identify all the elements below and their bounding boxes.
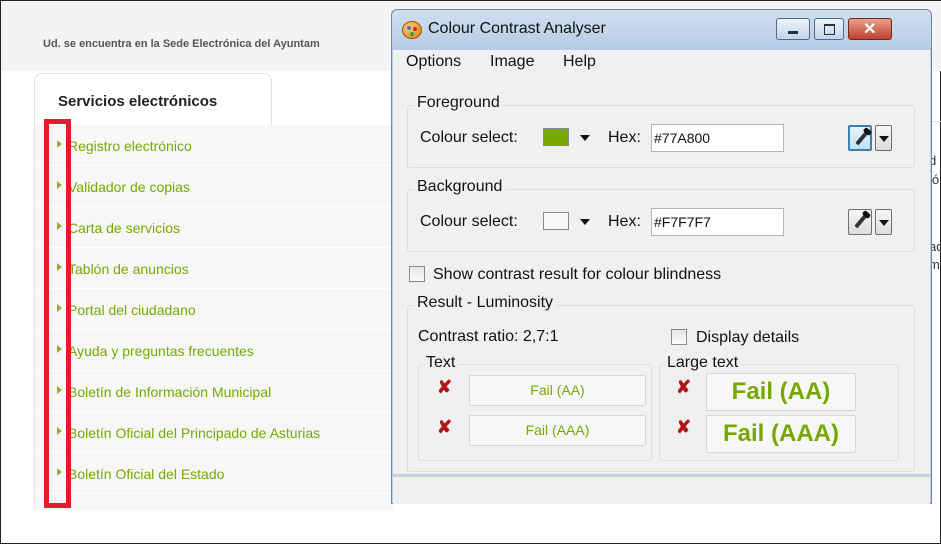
background-title: Background — [414, 178, 506, 196]
background-hex-label: Hex: — [608, 213, 641, 230]
menu-item-label[interactable]: Carta de servicios — [68, 220, 180, 236]
colour-blindness-label[interactable]: Show contrast result for colour blindnes… — [433, 266, 721, 284]
text-result-group: Text ✘ Fail (AA) ✘ Fail (AAA) — [418, 354, 652, 461]
services-panel: Servicios electrónicos Registro electrón… — [34, 73, 393, 510]
large-text-group-title: Large text — [664, 354, 742, 372]
fail-icon: ✘ — [676, 417, 692, 437]
foreground-hex-input[interactable]: #77A800 — [651, 124, 784, 152]
menu-item-label[interactable]: Ayuda y preguntas frecuentes — [68, 343, 254, 359]
text-aaa-result: Fail (AAA) — [469, 415, 646, 446]
menu-item-label[interactable]: Boletín de Información Municipal — [68, 384, 271, 400]
menu-item-label[interactable]: Boletín Oficial del Principado de Asturi… — [68, 425, 320, 441]
eyedropper-icon — [854, 213, 868, 229]
menu-item-boe[interactable]: Boletín Oficial del Estado — [35, 453, 393, 494]
contrast-ratio: Contrast ratio: 2,7:1 — [418, 328, 559, 345]
text-group-title: Text — [423, 354, 459, 372]
menu-item-validador[interactable]: Validador de copias — [35, 166, 393, 207]
foreground-hex-label: Hex: — [608, 129, 641, 146]
display-details-checkbox[interactable] — [671, 329, 687, 345]
foreground-group: Foreground Colour select: Hex: #77A800 — [407, 94, 915, 168]
foreground-colour-select-label: Colour select: — [420, 129, 518, 146]
menu-item-label[interactable]: Validador de copias — [68, 179, 190, 195]
maximize-icon — [824, 24, 835, 35]
menu-bar: Options Image Help — [393, 50, 930, 76]
title-bar[interactable]: Colour Contrast Analyser ✕ — [392, 10, 931, 50]
menu-item-portal[interactable]: Portal del ciudadano — [35, 289, 393, 330]
close-icon: ✕ — [863, 21, 877, 38]
minimize-icon — [788, 31, 798, 34]
location-breadcrumb: Ud. se encuentra en la Sede Electrónica … — [43, 38, 320, 50]
background-picker-menu-button[interactable] — [875, 209, 892, 235]
foreground-colour-swatch[interactable] — [543, 128, 569, 146]
background-colour-swatch[interactable] — [543, 212, 569, 230]
colour-blindness-checkbox[interactable] — [409, 266, 425, 282]
foreground-hex-value: #77A800 — [654, 130, 711, 146]
large-text-aa-result: Fail (AA) — [706, 373, 856, 411]
fail-icon: ✘ — [676, 377, 692, 397]
large-text-result-group: Large text ✘ Fail (AA) ✘ Fail (AAA) — [659, 354, 899, 461]
menu-item-registro[interactable]: Registro electrónico — [35, 125, 393, 166]
menu-image[interactable]: Image — [490, 53, 534, 71]
eyedropper-icon — [855, 130, 869, 146]
menu-options[interactable]: Options — [406, 53, 461, 71]
menu-item-bim[interactable]: Boletín de Información Municipal — [35, 371, 393, 412]
fail-icon: ✘ — [437, 377, 453, 397]
menu-item-carta[interactable]: Carta de servicios — [35, 207, 393, 248]
menu-item-label[interactable]: Tablón de anuncios — [68, 261, 189, 277]
menu-item-label[interactable]: Registro electrónico — [68, 138, 192, 154]
colour-contrast-analyser-window: Colour Contrast Analyser ✕ Options Image… — [391, 9, 932, 504]
foreground-eyedropper-button[interactable] — [848, 125, 872, 151]
background-dropdown-icon[interactable] — [580, 219, 590, 225]
text-aa-result: Fail (AA) — [469, 375, 646, 406]
background-group: Background Colour select: Hex: #F7F7F7 — [407, 178, 915, 252]
palette-icon — [402, 21, 422, 39]
menu-help[interactable]: Help — [563, 53, 596, 71]
background-hex-value: #F7F7F7 — [654, 214, 711, 230]
tab-label: Servicios electrónicos — [58, 93, 218, 110]
window-title: Colour Contrast Analyser — [428, 20, 606, 37]
fail-icon: ✘ — [437, 417, 453, 437]
result-group: Result - Luminosity Contrast ratio: 2,7:… — [407, 294, 915, 472]
menu-item-bopa[interactable]: Boletín Oficial del Principado de Asturi… — [35, 412, 393, 453]
minimize-button[interactable] — [776, 18, 810, 40]
status-bar — [393, 476, 930, 504]
services-menu: Registro electrónico Validador de copias… — [34, 125, 393, 510]
background-colour-select-label: Colour select: — [420, 213, 518, 230]
background-eyedropper-button[interactable] — [848, 209, 872, 235]
menu-item-ayuda[interactable]: Ayuda y preguntas frecuentes — [35, 330, 393, 371]
menu-item-label[interactable]: Portal del ciudadano — [68, 302, 196, 318]
close-button[interactable]: ✕ — [848, 18, 892, 40]
foreground-picker-menu-button[interactable] — [875, 125, 892, 151]
dialog-client-area: Foreground Colour select: Hex: #77A800 B… — [393, 76, 930, 474]
display-details-label[interactable]: Display details — [696, 329, 799, 347]
menu-item-label[interactable]: Boletín Oficial del Estado — [68, 466, 224, 482]
result-title: Result - Luminosity — [414, 294, 557, 312]
annotation-highlight-box — [44, 119, 71, 508]
foreground-dropdown-icon[interactable] — [580, 135, 590, 141]
foreground-title: Foreground — [414, 94, 503, 112]
chevron-down-icon — [879, 136, 889, 142]
menu-item-tablon[interactable]: Tablón de anuncios — [35, 248, 393, 289]
chevron-down-icon — [879, 220, 889, 226]
maximize-button[interactable] — [814, 18, 844, 40]
large-text-aaa-result: Fail (AAA) — [706, 415, 856, 453]
background-hex-input[interactable]: #F7F7F7 — [651, 208, 784, 236]
